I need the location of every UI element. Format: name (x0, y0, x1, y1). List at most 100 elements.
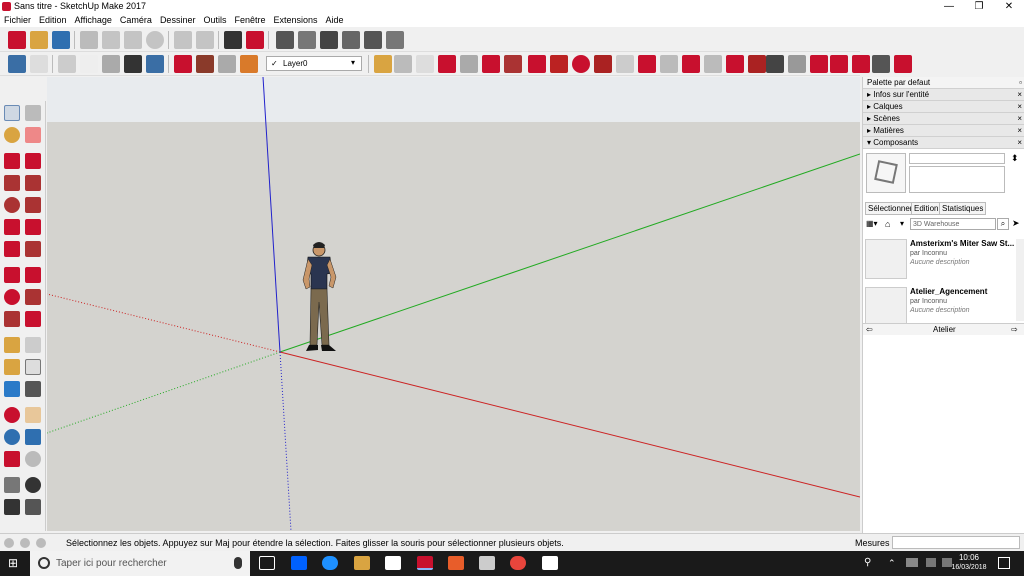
solid-outer-shell-icon[interactable] (616, 55, 634, 73)
extension-warehouse-icon[interactable] (240, 55, 258, 73)
file-explorer-icon[interactable] (354, 556, 370, 570)
menu-edition[interactable]: Edition (35, 14, 71, 27)
new-file-icon[interactable] (8, 31, 26, 49)
menu-extensions[interactable]: Extensions (270, 14, 322, 27)
layer-select[interactable]: ✓ Layer0 ▾ (266, 56, 362, 71)
app-icon[interactable] (448, 556, 464, 570)
toggle-terrain-icon[interactable] (894, 55, 912, 73)
list-item[interactable]: Amsterixm's Miter Saw St... par Inconnu … (865, 239, 1019, 281)
right-view-icon[interactable] (342, 31, 360, 49)
tab-edit[interactable]: Edition (911, 202, 942, 215)
component-options-icon[interactable] (788, 55, 806, 73)
freehand-tool-icon[interactable] (25, 153, 41, 169)
back-arrow-icon[interactable]: ⇦ (866, 325, 873, 334)
home-icon[interactable]: ⌂ (885, 219, 897, 231)
sandbox-stamp-icon[interactable] (504, 55, 522, 73)
menu-aide[interactable]: Aide (322, 14, 348, 27)
previous-view-icon[interactable] (25, 451, 41, 467)
scrollbar[interactable] (1016, 239, 1024, 321)
dynamic-component-icon[interactable] (748, 55, 766, 73)
store-icon[interactable] (385, 556, 401, 570)
hidden-line-icon[interactable] (80, 55, 98, 73)
section-plane-icon[interactable] (394, 55, 412, 73)
flip-edge-icon[interactable] (572, 55, 590, 73)
network-icon[interactable] (926, 558, 936, 567)
menu-dessiner[interactable]: Dessiner (156, 14, 200, 27)
sandbox-scratch-icon[interactable] (460, 55, 478, 73)
erase-icon[interactable] (146, 31, 164, 49)
redo-icon[interactable] (196, 31, 214, 49)
menu-camera[interactable]: Caméra (116, 14, 156, 27)
details-icon[interactable]: ⬍ (1011, 153, 1019, 164)
position-camera-icon[interactable] (4, 477, 20, 493)
zoom-window-icon[interactable] (25, 429, 41, 445)
menu-outils[interactable]: Outils (199, 14, 230, 27)
front-view-icon[interactable] (320, 31, 338, 49)
pan-tool-icon[interactable] (25, 407, 41, 423)
back-view-icon[interactable] (364, 31, 382, 49)
section-layers[interactable]: ▸ Calques × (863, 101, 1024, 113)
geo-location-icon[interactable] (852, 55, 870, 73)
sandbox-drape-icon[interactable] (528, 55, 546, 73)
undo-icon[interactable] (174, 31, 192, 49)
solid-trim-icon[interactable] (682, 55, 700, 73)
add-detail-icon[interactable] (550, 55, 568, 73)
people-icon[interactable]: ⚲ (864, 557, 871, 568)
dimension-tool-icon[interactable] (25, 337, 41, 353)
protractor-icon[interactable] (4, 359, 20, 375)
share-component-icon[interactable] (218, 55, 236, 73)
shaded-textures-icon[interactable] (124, 55, 142, 73)
pin-icon[interactable]: ▫ (1019, 77, 1022, 89)
menu-fenetre[interactable]: Fenêtre (230, 14, 269, 27)
chrome-icon[interactable] (510, 556, 526, 570)
sketchup-taskbar-icon[interactable] (417, 556, 433, 570)
notifications-icon[interactable] (998, 557, 1010, 569)
help-icon[interactable] (36, 538, 46, 548)
rotated-rectangle-icon[interactable] (25, 175, 41, 191)
component-description-field[interactable] (909, 166, 1005, 193)
list-item[interactable]: Atelier_Agencement par Inconnu Aucune de… (865, 287, 1019, 327)
wireframe-icon[interactable] (58, 55, 76, 73)
tape-measure-icon[interactable] (4, 337, 20, 353)
iso-view-icon[interactable] (276, 31, 294, 49)
windows-start-icon[interactable]: ⊞ (8, 557, 21, 570)
zoom-tool-icon[interactable] (4, 429, 20, 445)
push-pull-icon[interactable] (25, 267, 41, 283)
paint-bucket-icon[interactable] (4, 127, 20, 143)
view-options-icon[interactable]: ▦▾ (866, 219, 882, 231)
select-tool-icon[interactable] (4, 105, 20, 121)
orbit-tool-icon[interactable] (4, 407, 20, 423)
clock-date[interactable]: 16/03/2018 (950, 564, 988, 571)
close-icon[interactable]: × (1017, 89, 1022, 101)
three-point-arc-icon[interactable] (4, 241, 20, 257)
solid-intersect-icon[interactable] (638, 55, 656, 73)
search-icon[interactable]: ⌕ (997, 218, 1009, 230)
warehouse-search-input[interactable]: 3D Warehouse (910, 218, 996, 230)
close-icon[interactable]: × (1017, 125, 1022, 137)
geo-location-status-icon[interactable] (4, 538, 14, 548)
maximize-button[interactable]: ❐ (964, 0, 994, 14)
share-model-icon[interactable] (196, 55, 214, 73)
rectangle-tool-icon[interactable] (4, 175, 20, 191)
close-icon[interactable]: × (1017, 137, 1022, 149)
section-scenes[interactable]: ▸ Scènes × (863, 113, 1024, 125)
chevron-down-icon[interactable]: ▾ (900, 219, 904, 228)
polygon-tool-icon[interactable] (25, 197, 41, 213)
credits-icon[interactable] (20, 538, 30, 548)
forward-arrow-icon[interactable]: ➤ (1012, 218, 1020, 229)
section-plane-tool-icon[interactable] (25, 499, 41, 515)
component-name-field[interactable] (909, 153, 1005, 164)
3d-viewport[interactable] (47, 77, 860, 531)
pie-tool-icon[interactable] (25, 241, 41, 257)
left-view-icon[interactable] (386, 31, 404, 49)
add-location-icon[interactable] (872, 55, 890, 73)
solid-split-icon[interactable] (704, 55, 722, 73)
component-attributes-icon[interactable] (810, 55, 828, 73)
photo-textures-icon[interactable] (830, 55, 848, 73)
offset-tool-icon[interactable] (25, 311, 41, 327)
rotate-tool-icon[interactable] (4, 289, 20, 305)
top-view-icon[interactable] (298, 31, 316, 49)
warehouse-icon[interactable] (174, 55, 192, 73)
model-info-icon[interactable] (246, 31, 264, 49)
monochrome-icon[interactable] (146, 55, 164, 73)
